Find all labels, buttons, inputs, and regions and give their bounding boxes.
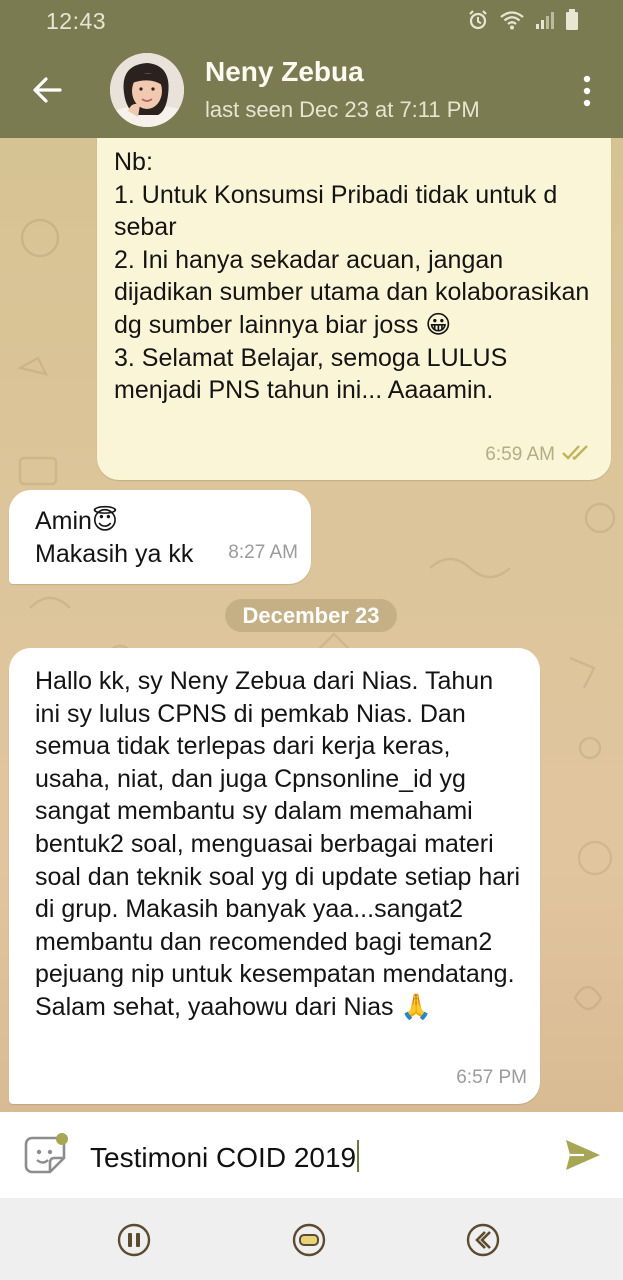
message-bubble-outgoing[interactable]: Nb: 1. Untuk Konsumsi Pribadi tidak untu… [97,138,611,480]
message-time: 6:57 PM [456,1067,527,1089]
message-time: 8:27 AM [228,542,298,564]
status-icons [467,9,579,31]
message-bubble-incoming[interactable]: Hallo kk, sy Neny Zebua dari Nias. Tahun… [9,648,540,1104]
message-time: 6:59 AM [485,444,555,466]
battery-icon [565,9,579,31]
status-bar: 12:43 [0,0,623,42]
wifi-icon [499,9,525,31]
message-input-text: Testimoni COID 2019 [90,1142,357,1173]
status-time: 12:43 [46,8,107,34]
message-composer: Testimoni COID 2019 [0,1112,623,1198]
system-nav-bar [0,1198,623,1280]
contact-name[interactable]: Neny Zebua [205,56,364,88]
recent-apps-icon[interactable] [116,1222,152,1258]
back-icon[interactable] [465,1222,501,1258]
last-seen-status: last seen Dec 23 at 7:11 PM [205,97,480,122]
chat-area[interactable]: Nb: 1. Untuk Konsumsi Pribadi tidak untu… [0,138,623,1112]
date-separator: December 23 [225,599,397,632]
message-input[interactable]: Testimoni COID 2019 [90,1140,360,1174]
message-text: Amin😇 Makasih ya kk [35,507,194,568]
text-caret [357,1140,360,1172]
message-text: Nb: 1. Untuk Konsumsi Pribadi tidak untu… [114,148,590,405]
avatar[interactable] [110,53,184,127]
chat-header: Neny Zebua last seen Dec 23 at 7:11 PM [0,42,623,138]
sticker-icon[interactable] [24,1132,70,1178]
back-arrow-icon[interactable] [26,68,70,112]
alarm-icon [467,9,489,31]
signal-icon [535,10,555,30]
send-icon[interactable] [562,1134,604,1176]
message-text: Hallo kk, sy Neny Zebua dari Nias. Tahun… [35,667,521,1021]
more-vert-icon[interactable] [579,72,595,110]
message-bubble-incoming[interactable]: Amin😇 Makasih ya kk 8:27 AM [9,490,311,584]
home-icon[interactable] [291,1222,327,1258]
read-double-check-icon [561,437,593,470]
